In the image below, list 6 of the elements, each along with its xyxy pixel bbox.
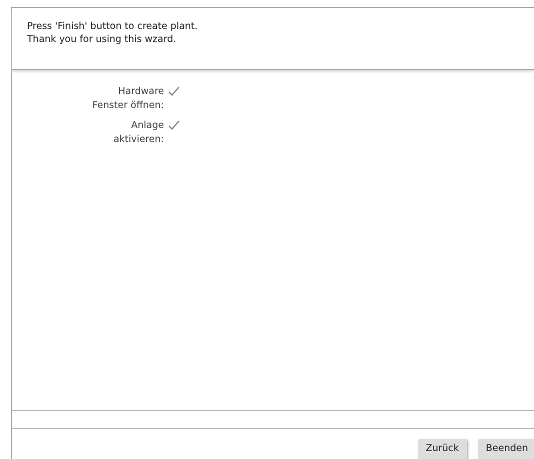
instruction-text: Press 'Finish' button to create plant. [27,20,198,33]
wizard-button[interactable]: Beenden [478,438,534,459]
field-label: Anlage aktivieren: [112,119,164,147]
field-label: Hardware Fenster öffnen: [91,85,164,113]
wizard-button[interactable]: Zurück [418,438,467,459]
instruction-text: Thank you for using this wzard. [27,33,176,46]
